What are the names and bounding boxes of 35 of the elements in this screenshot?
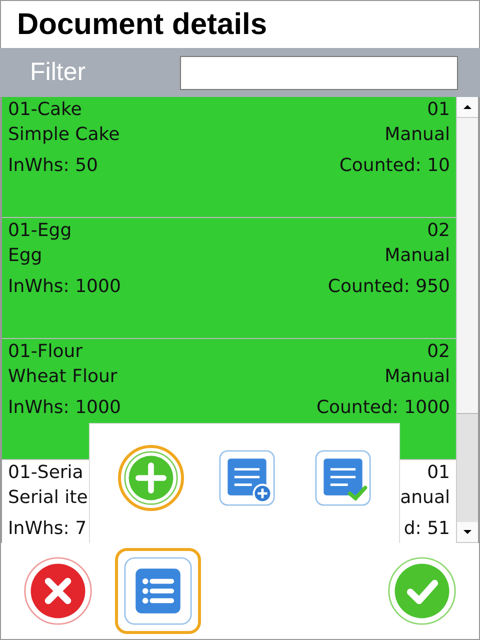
filter-label: Filter <box>30 58 87 87</box>
in-warehouse-count: InWhs: 1000 <box>8 396 122 420</box>
list-button[interactable] <box>115 548 201 634</box>
item-mode: Manual <box>384 365 450 389</box>
item-name: Simple Cake <box>8 123 121 147</box>
scroll-thumb[interactable] <box>457 118 478 414</box>
item-number: 01 <box>426 461 450 485</box>
scroll-up-button[interactable] <box>457 97 478 118</box>
item-name: Egg <box>8 244 44 268</box>
item-code: 01-Seria <box>8 461 84 485</box>
window-title: Document details <box>17 8 268 42</box>
in-warehouse-count: InWhs: 50 <box>8 154 99 178</box>
list-item[interactable]: 01-Cake 01 Simple Cake Manual InWhs: 50 Counted: 10 <box>2 97 456 218</box>
counted-quantity: Counted: 10 <box>339 154 450 178</box>
counted-quantity: Counted: 1000 <box>316 396 450 420</box>
in-warehouse-count: InWhs: 1000 <box>8 275 122 299</box>
item-name: Wheat Flour <box>8 365 118 389</box>
item-number: 02 <box>426 219 450 243</box>
counted-quantity: Counted: 950 <box>328 275 450 299</box>
in-warehouse-count: InWhs: 7 <box>8 517 88 541</box>
scrollbar[interactable] <box>456 97 478 543</box>
item-code: 01-Cake <box>8 98 83 122</box>
list-item[interactable]: 01-Egg 02 Egg Manual InWhs: 1000 Counted: 950 <box>2 218 456 339</box>
item-code: 01-Flour <box>8 340 84 364</box>
item-number: 02 <box>426 340 450 364</box>
item-name: Serial ite <box>8 486 89 510</box>
filter-field[interactable] <box>180 56 458 90</box>
item-mode: anual <box>400 486 450 510</box>
item-mode: Manual <box>384 244 450 268</box>
item-mode: Manual <box>384 123 450 147</box>
item-code: 01-Egg <box>8 219 73 243</box>
add-button[interactable] <box>118 444 184 510</box>
scroll-down-button[interactable] <box>457 522 478 543</box>
item-number: 01 <box>426 98 450 122</box>
counted-quantity: d: 51 <box>402 517 450 541</box>
